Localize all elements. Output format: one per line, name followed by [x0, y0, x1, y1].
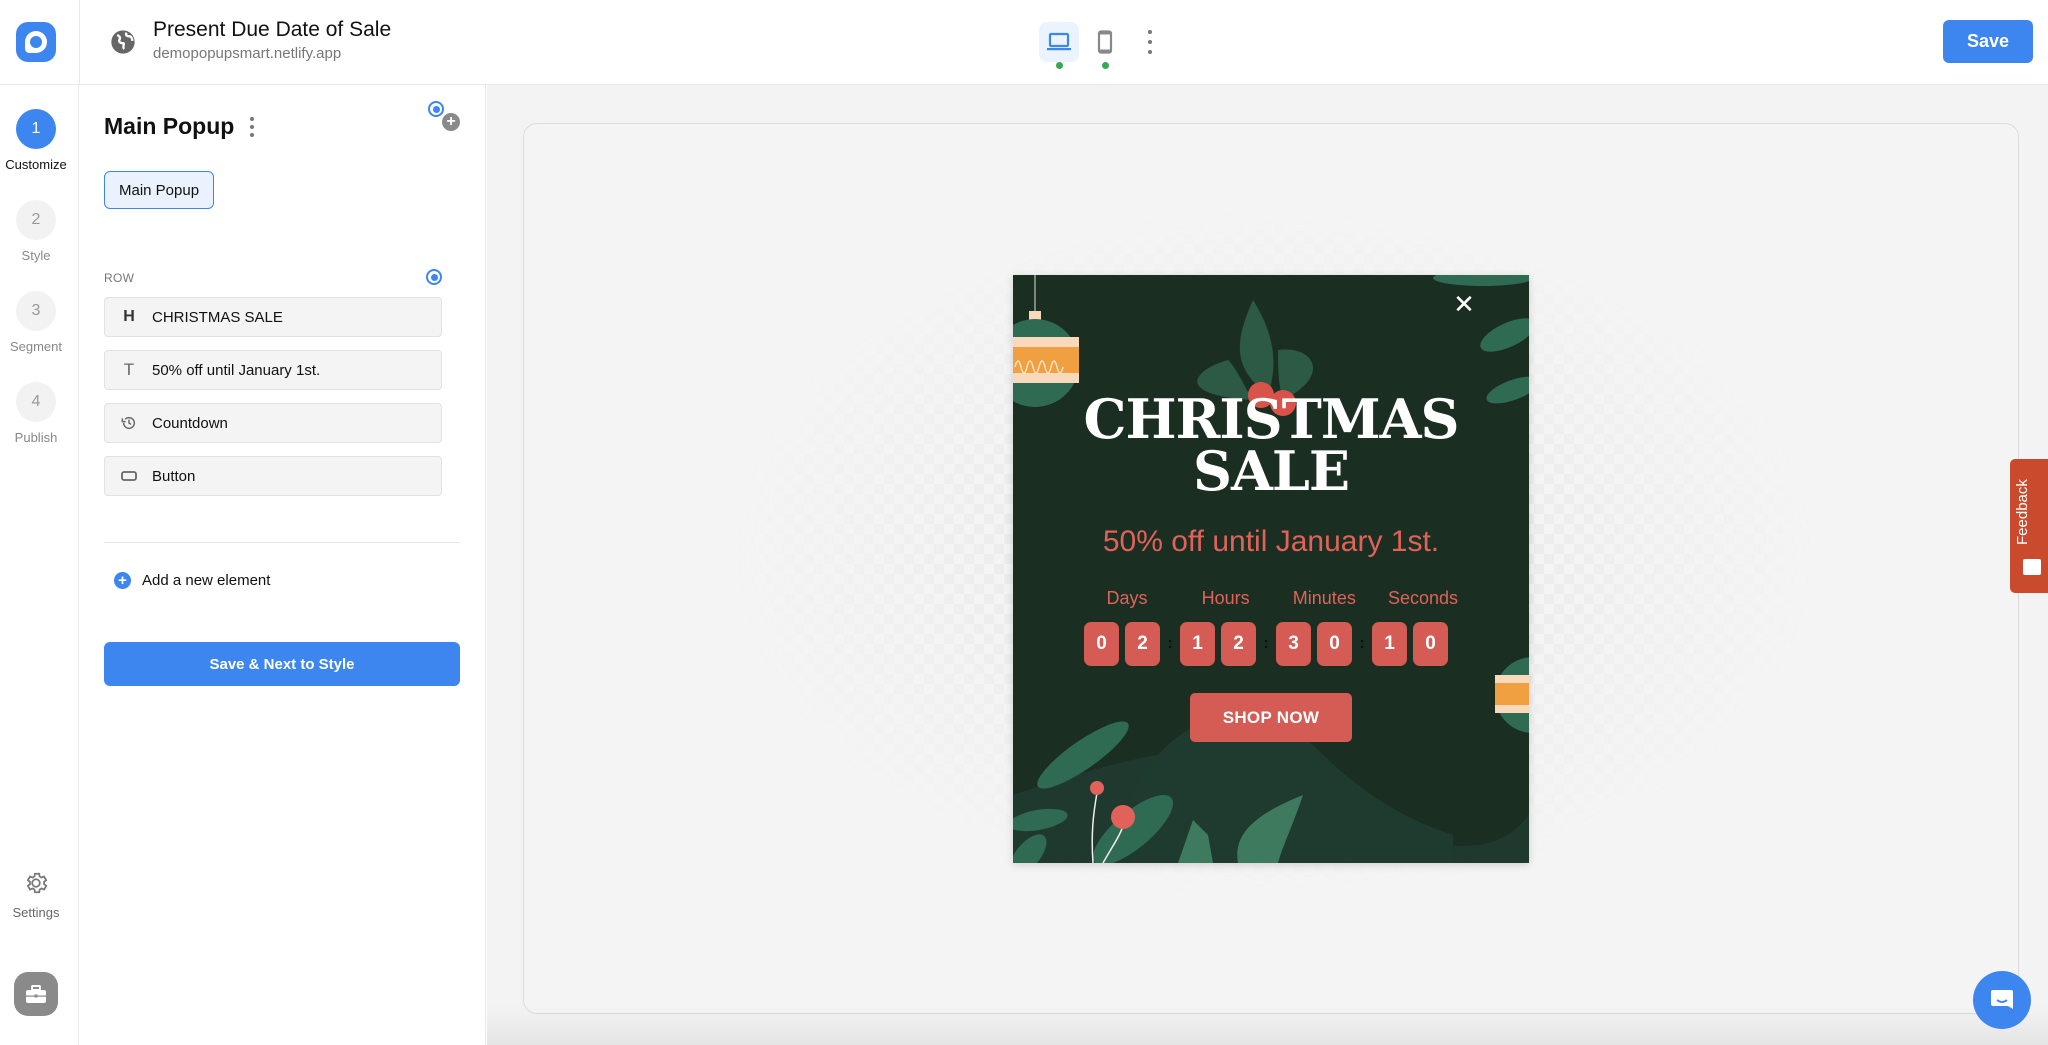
christmas-decoration: [1013, 275, 1529, 863]
save-next-button[interactable]: Save & Next to Style: [104, 642, 460, 686]
countdown-separator: :: [1359, 635, 1365, 652]
workspace-button[interactable]: [14, 972, 58, 1016]
element-label: Countdown: [152, 414, 228, 432]
element-item-text[interactable]: T 50% off until January 1st.: [104, 350, 442, 390]
element-label: Button: [152, 467, 196, 485]
add-step-icon[interactable]: +: [442, 113, 460, 131]
feedback-label: Feedback: [2014, 479, 2031, 545]
step-label: Segment: [9, 339, 63, 354]
heading-line-2: SALE: [1192, 439, 1350, 503]
customize-panel: Main Popup + Main Popup ROW H CHRISTMAS …: [80, 85, 486, 1045]
step-number: 3: [16, 291, 56, 331]
save-button[interactable]: Save: [1943, 20, 2033, 63]
text-icon: T: [123, 360, 135, 379]
step-number: 1: [16, 109, 56, 149]
heading-icon: H: [123, 308, 135, 325]
countdown-digit: 1: [1372, 622, 1407, 666]
settings-button[interactable]: Settings: [0, 870, 72, 920]
desktop-status-dot: [1056, 62, 1063, 69]
shop-now-button[interactable]: SHOP NOW: [1190, 693, 1352, 742]
popup-subtitle: 50% off until January 1st.: [1102, 525, 1440, 558]
header-divider: [79, 0, 80, 85]
button-icon: [119, 471, 139, 481]
campaign-title: Present Due Date of Sale: [153, 18, 392, 41]
step-segment[interactable]: 3 Segment: [0, 291, 72, 354]
popup-close-icon[interactable]: ✕: [1453, 291, 1475, 317]
countdown-labels: Days Hours Minutes Seconds: [1085, 588, 1465, 609]
step-number: 2: [16, 200, 56, 240]
canvas-shade: [487, 1005, 2048, 1045]
element-item-button[interactable]: Button: [104, 456, 442, 496]
more-options-icon[interactable]: [1140, 30, 1160, 54]
countdown-digit: 2: [1221, 622, 1256, 666]
step-customize[interactable]: 1 Customize: [0, 109, 72, 172]
countdown-digit: 3: [1276, 622, 1311, 666]
countdown-digit: 0: [1084, 622, 1119, 666]
steps-sidebar: 1 Customize 2 Style 3 Segment 4 Publish …: [0, 85, 79, 1045]
add-element-button[interactable]: + Add a new element: [114, 572, 270, 589]
panel-divider: [104, 542, 460, 543]
settings-label: Settings: [12, 905, 60, 920]
element-label: CHRISTMAS SALE: [152, 308, 283, 326]
countdown-digit: 1: [1180, 622, 1215, 666]
mobile-icon: [1097, 30, 1113, 54]
briefcase-icon: [26, 985, 46, 1003]
step-label: Style: [21, 248, 51, 263]
mobile-view-button[interactable]: [1085, 22, 1125, 69]
countdown-digit: 0: [1413, 622, 1448, 666]
site-url: demopopupsmart.netlify.app: [153, 45, 342, 62]
support-chat-button[interactable]: [1973, 971, 2031, 1029]
step-publish[interactable]: 4 Publish: [0, 382, 72, 445]
panel-options-icon[interactable]: [246, 117, 258, 137]
heading-line-1: CHRISTMAS: [1083, 387, 1460, 451]
countdown-separator: :: [1263, 635, 1269, 652]
element-item-countdown[interactable]: Countdown: [104, 403, 442, 443]
row-target-icon[interactable]: [426, 269, 442, 285]
plus-circle-icon: +: [114, 572, 131, 589]
chat-icon: [1991, 990, 2013, 1009]
step-number: 4: [16, 382, 56, 422]
step-label: Publish: [14, 430, 58, 445]
countdown-separator: :: [1167, 635, 1173, 652]
add-element-label: Add a new element: [142, 572, 271, 589]
countdown-label-minutes: Minutes: [1292, 588, 1356, 608]
countdown-timer: 0 2 : 1 2 : 3 0 : 1 0: [1084, 622, 1454, 666]
countdown-label-seconds: Seconds: [1387, 588, 1458, 608]
target-icon[interactable]: [428, 101, 444, 117]
globe-icon: [111, 30, 135, 54]
panel-title: Main Popup: [104, 113, 235, 139]
top-header: Present Due Date of Sale demopopupsmart.…: [0, 0, 2048, 85]
row-label: ROW: [104, 271, 135, 285]
element-label: 50% off until January 1st.: [152, 361, 321, 379]
step-label: Customize: [5, 157, 67, 172]
popup-preview[interactable]: ✕ CHRISTMAS SALE 50% off until January 1…: [1013, 275, 1529, 863]
app-logo[interactable]: [16, 22, 56, 62]
popup-heading: CHRISTMAS SALE: [1013, 387, 1529, 503]
smiley-chat-icon: [2023, 559, 2041, 575]
countdown-label-hours: Hours: [1201, 588, 1250, 608]
desktop-view-button[interactable]: [1039, 22, 1079, 69]
mobile-status-dot: [1102, 62, 1109, 69]
laptop-icon: [1047, 32, 1071, 51]
element-item-heading[interactable]: H CHRISTMAS SALE: [104, 297, 442, 337]
feedback-tab[interactable]: Feedback: [2010, 459, 2048, 593]
gear-icon: [26, 872, 48, 894]
countdown-digit: 0: [1317, 622, 1352, 666]
countdown-icon: [119, 415, 139, 431]
step-style[interactable]: 2 Style: [0, 200, 72, 263]
main-popup-tab[interactable]: Main Popup: [104, 171, 215, 209]
countdown-digit: 2: [1125, 622, 1160, 666]
countdown-label-days: Days: [1106, 588, 1148, 608]
